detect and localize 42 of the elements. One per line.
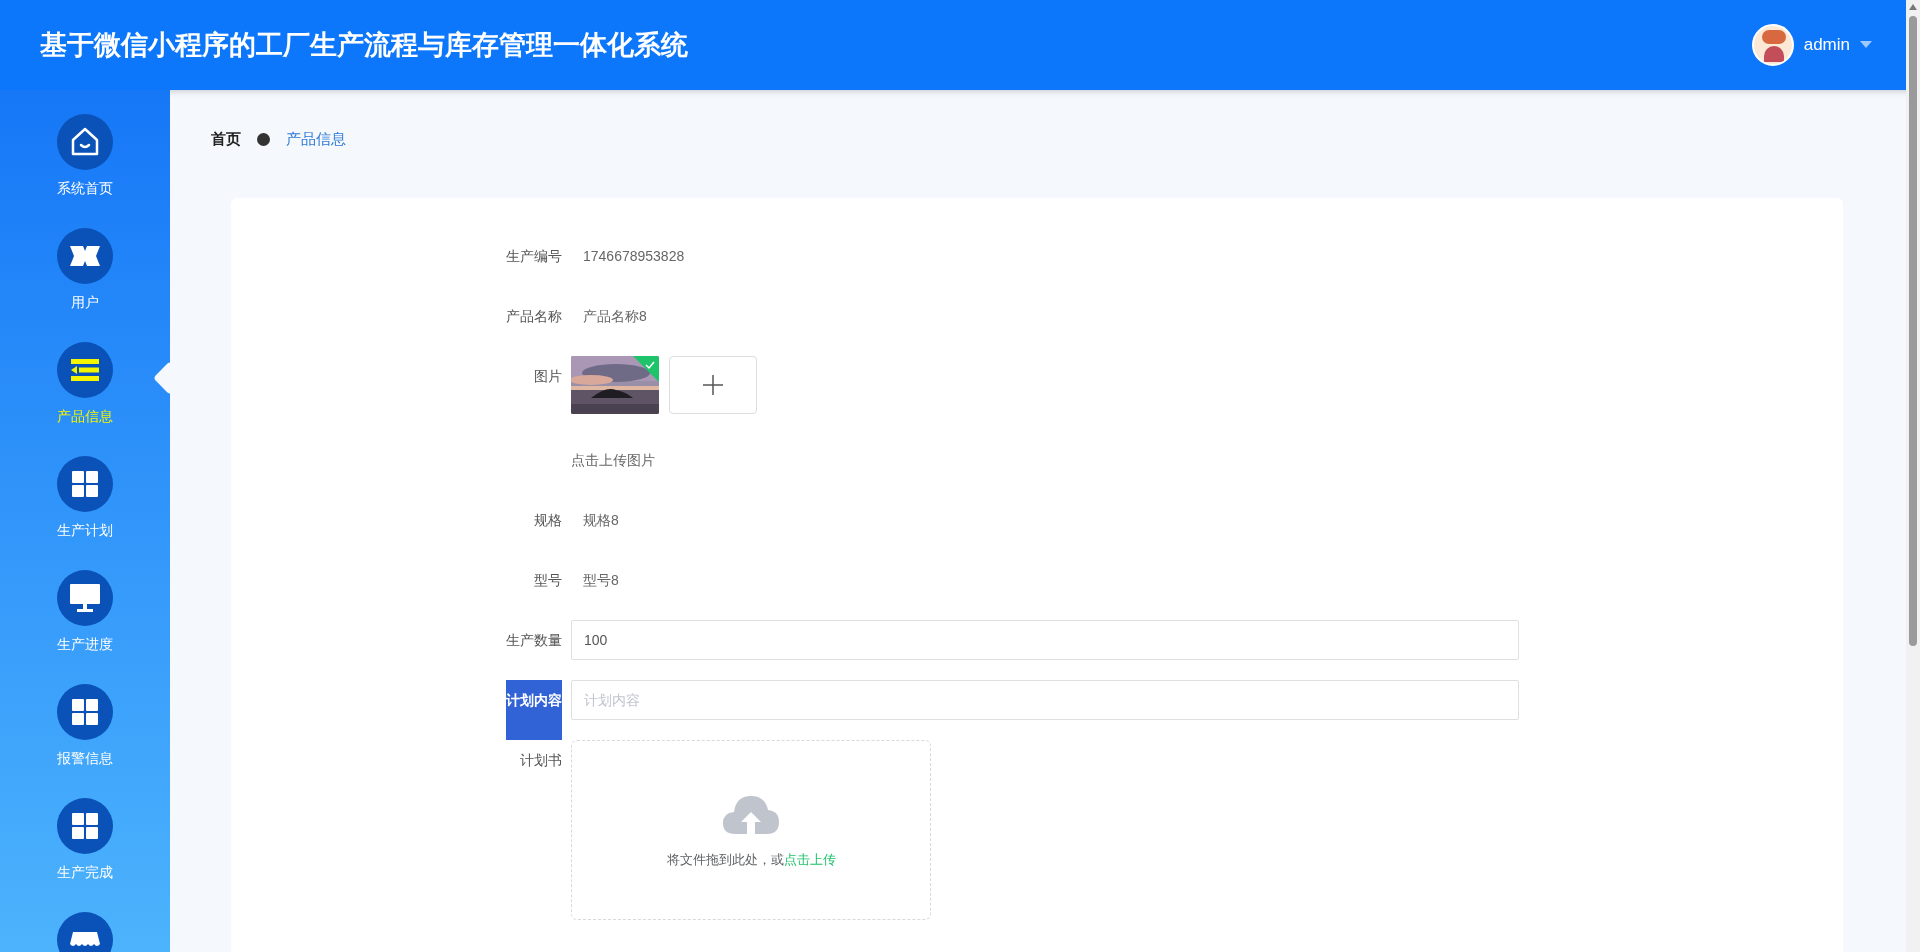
- list-icon: [69, 357, 101, 383]
- nav-item[interactable]: 生产完成: [25, 798, 145, 882]
- grid-icon: [71, 470, 99, 498]
- breadcrumb-item[interactable]: 首页: [211, 127, 241, 151]
- nav-item[interactable]: 用户: [25, 228, 145, 312]
- upload-hint: 点击上传图片: [571, 451, 655, 470]
- field-label: 规格: [534, 511, 562, 530]
- field-label: 计划书: [520, 751, 562, 770]
- monitor-icon: [69, 583, 101, 613]
- app-title: 基于微信小程序的工厂生产流程与库存管理一体化系统: [40, 28, 688, 62]
- field-label: 产品名称: [506, 307, 562, 326]
- file-drop-area[interactable]: 将文件拖到此处，或点击上传: [571, 740, 931, 920]
- grid-icon: [71, 698, 99, 726]
- text-input[interactable]: 100: [571, 620, 1519, 660]
- upload-link[interactable]: 点击上传: [783, 852, 836, 868]
- field-value: 型号8: [582, 571, 619, 590]
- grid-icon: [71, 812, 99, 840]
- field-label: 生产数量: [506, 631, 562, 650]
- field-value: 规格8: [582, 511, 619, 530]
- caret-icon[interactable]: [1860, 41, 1872, 49]
- nav-item[interactable]: 产品信息: [25, 342, 145, 426]
- scrollbar[interactable]: [1906, 0, 1920, 952]
- nav-item[interactable]: 系统首页: [25, 114, 145, 198]
- field-label: 型号: [534, 571, 562, 590]
- field-label: 计划内容: [506, 680, 562, 740]
- nav-item[interactable]: 生产计划: [25, 456, 145, 540]
- breadcrumb-item: 产品信息: [286, 128, 346, 149]
- scrollbar-thumb[interactable]: [1909, 16, 1917, 646]
- ticket-icon: [68, 243, 102, 269]
- field-label: 生产编号: [506, 247, 562, 266]
- user-name[interactable]: admin: [1803, 32, 1850, 58]
- nav-item[interactable]: 报警信息: [25, 684, 145, 768]
- plus-icon: [703, 375, 723, 395]
- field-value: 产品名称8: [582, 307, 647, 326]
- nav-item[interactable]: 生产进度: [25, 570, 145, 654]
- field-label: 图片: [534, 367, 562, 386]
- drop-hint: 将文件拖到此处，或点击上传: [666, 851, 836, 870]
- user-avatar[interactable]: [1751, 24, 1794, 66]
- field-value: 1746678953828: [582, 247, 685, 266]
- text-input[interactable]: 计划内容: [571, 680, 1519, 720]
- add-image-button[interactable]: [669, 356, 757, 414]
- scroll-up-icon[interactable]: [1909, 4, 1917, 10]
